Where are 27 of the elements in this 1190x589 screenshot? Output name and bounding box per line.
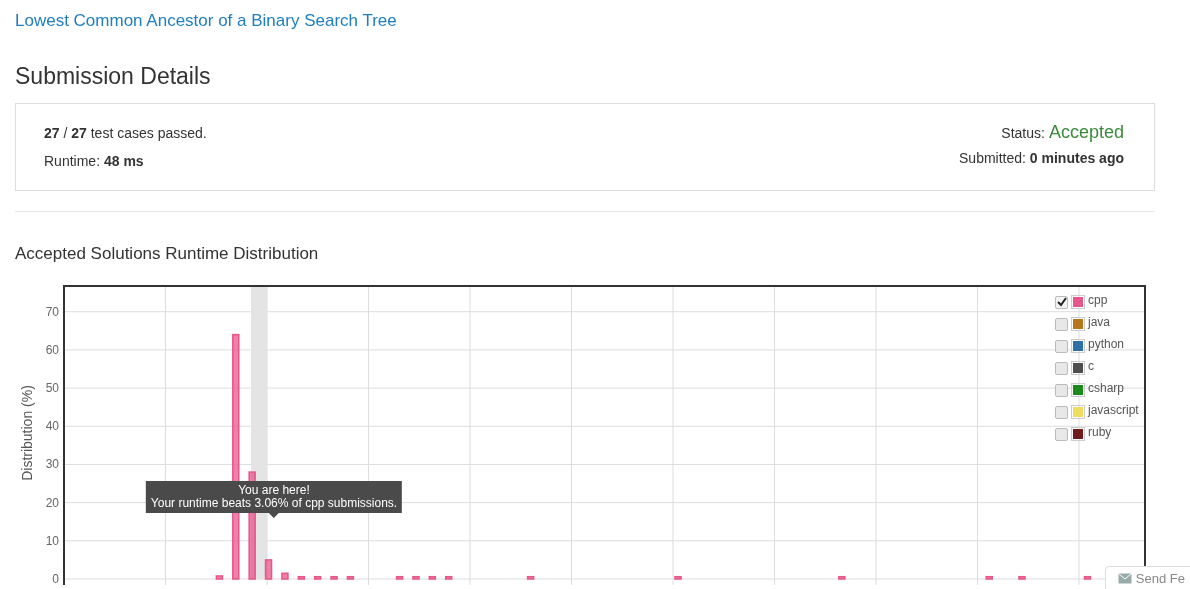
y-tick-label: 10	[45, 533, 59, 548]
submitted-text: Submitted: 0 minutes ago	[959, 149, 1124, 167]
feedback-button[interactable]: Send Fe	[1104, 566, 1190, 589]
y-tick-label: 50	[45, 381, 59, 396]
tooltip-text: Your runtime beats 3.06% of cpp submissions.	[150, 497, 398, 510]
legend-label: csharp	[1088, 380, 1125, 395]
legend-label: ruby	[1088, 424, 1112, 439]
runtime-text: Runtime: 48 ms	[44, 152, 145, 170]
y-tick-label: 70	[45, 304, 59, 319]
chart-title: Accepted Solutions Runtime Distribution	[15, 243, 320, 265]
status-label: Status:	[1001, 124, 1045, 142]
legend-label: javascript	[1088, 402, 1139, 417]
y-tick-label: 60	[45, 342, 59, 357]
y-tick-label: 0	[52, 572, 59, 585]
y-tick-label: 40	[45, 419, 59, 434]
y-axis-label: Distribution (%)	[19, 385, 35, 481]
problem-link[interactable]: Lowest Common Ancestor of a Binary Search Tree	[15, 10, 1190, 32]
legend-label: cpp	[1088, 292, 1108, 307]
y-tick-label: 30	[45, 457, 59, 472]
tooltip-title: You are here!	[238, 484, 310, 497]
test-cases-text: 27 / 27 test cases passed.	[44, 124, 207, 142]
status-value: Accepted	[1048, 122, 1124, 143]
legend-label: python	[1088, 336, 1125, 351]
y-tick-label: 20	[45, 495, 59, 510]
legend-label: java	[1088, 314, 1110, 329]
legend-label: c	[1088, 358, 1094, 373]
page-heading: Submission Details	[15, 62, 212, 91]
